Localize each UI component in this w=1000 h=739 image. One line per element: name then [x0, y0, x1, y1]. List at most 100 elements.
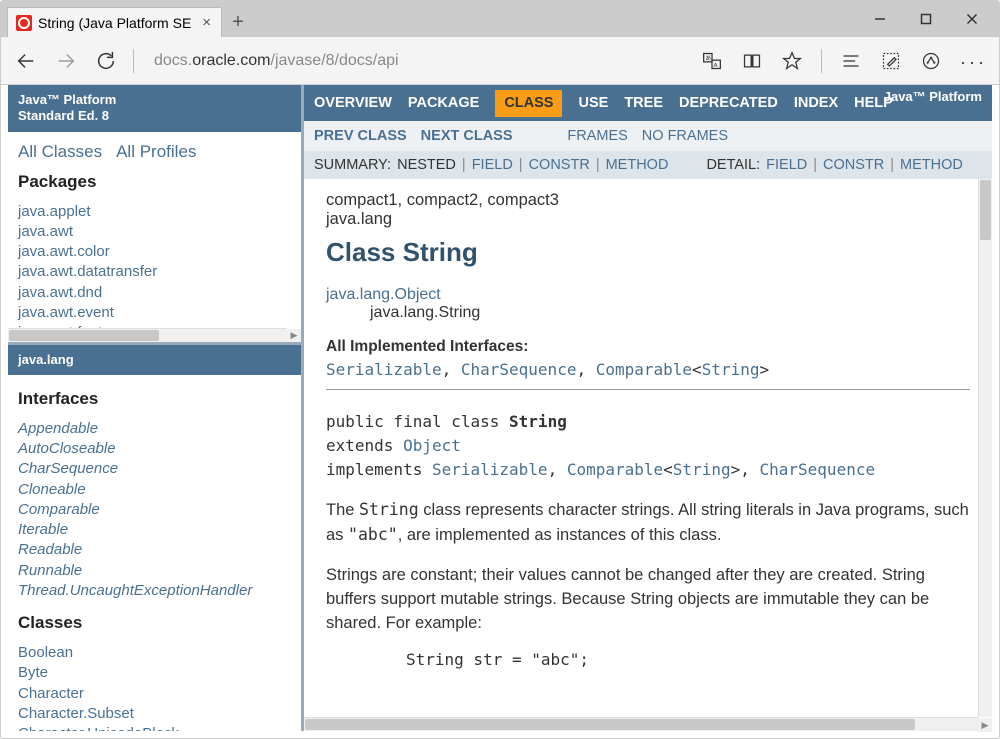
nav-tree[interactable]: TREE [624, 95, 663, 111]
package-link[interactable]: java.applet [18, 202, 291, 222]
divider [326, 389, 970, 390]
interface-link[interactable]: AutoCloseable [18, 439, 291, 459]
main-vertical-scrollbar[interactable] [978, 179, 992, 717]
interface-link[interactable]: Readable [18, 540, 291, 560]
detail-method-link[interactable]: METHOD [900, 157, 963, 173]
class-title: Class String [326, 237, 970, 268]
translate-icon[interactable]: あA [701, 50, 723, 72]
iface-comparable-link[interactable]: Comparable [596, 360, 692, 379]
summary-nav: SUMMARY: NESTED| FIELD| CONSTR| METHOD D… [304, 151, 992, 179]
overview-frame-header: Java™ Platform Standard Ed. 8 [8, 85, 301, 132]
impl-serializable-link[interactable]: Serializable [432, 460, 548, 479]
back-button[interactable] [13, 48, 39, 74]
code-example: String str = "abc"; [406, 650, 970, 669]
package-link[interactable]: java.awt.dnd [18, 283, 291, 303]
implemented-interfaces-label: All Implemented Interfaces: [326, 338, 970, 356]
impl-comparable-link[interactable]: Comparable [567, 460, 663, 479]
share-icon[interactable] [920, 50, 942, 72]
package-name-text: java.lang [326, 210, 970, 229]
browser-tab[interactable]: String (Java Platform SE × [7, 7, 222, 37]
summary-field-link[interactable]: FIELD [472, 157, 513, 173]
favorite-icon[interactable] [781, 50, 803, 72]
package-link[interactable]: java.awt.color [18, 242, 291, 262]
interface-link[interactable]: Comparable [18, 500, 291, 520]
divider [133, 49, 134, 73]
lineage-object-link[interactable]: java.lang.Object [326, 286, 441, 303]
iface-serializable-link[interactable]: Serializable [326, 360, 442, 379]
all-profiles-link[interactable]: All Profiles [116, 142, 196, 162]
overview-frame: Java™ Platform Standard Ed. 8 All Classe… [8, 85, 301, 345]
oracle-favicon [16, 15, 32, 31]
tab-close-icon[interactable]: × [200, 14, 213, 31]
iface-string-link[interactable]: String [702, 360, 760, 379]
next-class-link[interactable]: NEXT CLASS [421, 128, 513, 144]
window-maximize-button[interactable] [903, 3, 949, 35]
notes-icon[interactable] [880, 50, 902, 72]
browser-tab-strip: String (Java Platform SE × + [1, 1, 999, 37]
nav-index[interactable]: INDEX [794, 95, 838, 111]
interfaces-heading: Interfaces [18, 389, 291, 409]
main-horizontal-scrollbar[interactable]: ▶ [304, 717, 978, 731]
summary-method-link[interactable]: METHOD [606, 157, 669, 173]
frames-link[interactable]: FRAMES [567, 128, 627, 144]
class-link[interactable]: Character [18, 684, 291, 704]
nav-deprecated[interactable]: DEPRECATED [679, 95, 778, 111]
nav-use[interactable]: USE [578, 95, 608, 111]
class-content: compact1, compact2, compact3 java.lang C… [304, 179, 992, 731]
interface-link[interactable]: Thread.UncaughtExceptionHandler [18, 581, 291, 601]
class-link[interactable]: Character.Subset [18, 704, 291, 724]
summary-constr-link[interactable]: CONSTR [529, 157, 590, 173]
detail-constr-link[interactable]: CONSTR [823, 157, 884, 173]
interface-link[interactable]: Iterable [18, 520, 291, 540]
impl-string-link[interactable]: String [673, 460, 731, 479]
impl-charsequence-link[interactable]: CharSequence [760, 460, 876, 479]
new-tab-button[interactable]: + [222, 7, 254, 37]
package-link[interactable]: java.awt.event [18, 303, 291, 323]
lineage-string: java.lang.String [370, 304, 970, 322]
class-frame: OVERVIEW PACKAGE CLASS USE TREE DEPRECAT… [304, 85, 992, 731]
class-link[interactable]: Boolean [18, 643, 291, 663]
more-menu-icon[interactable]: ··· [960, 51, 987, 71]
description-paragraph-1: The String class represents character st… [326, 498, 970, 548]
tab-title: String (Java Platform SE [38, 15, 194, 31]
browser-address-bar: docs.oracle.com/javase/8/docs/api あA ··· [1, 37, 999, 85]
interface-link[interactable]: Runnable [18, 561, 291, 581]
window-minimize-button[interactable] [857, 3, 903, 35]
package-link[interactable]: java.awt.datatransfer [18, 262, 291, 282]
classes-heading: Classes [18, 613, 291, 633]
no-frames-link[interactable]: NO FRAMES [642, 128, 728, 144]
all-classes-link[interactable]: All Classes [18, 142, 102, 162]
divider [821, 49, 822, 73]
class-link[interactable]: Character.UnicodeBlock [18, 724, 291, 731]
interface-link[interactable]: CharSequence [18, 459, 291, 479]
package-frame-header: java.lang [8, 345, 301, 375]
interface-link[interactable]: Cloneable [18, 480, 291, 500]
packages-heading: Packages [18, 172, 291, 192]
prev-class-link[interactable]: PREV CLASS [314, 128, 407, 144]
interface-link[interactable]: Appendable [18, 419, 291, 439]
nav-package[interactable]: PACKAGE [408, 95, 479, 111]
extends-object-link[interactable]: Object [403, 436, 461, 455]
description-paragraph-2: Strings are constant; their values canno… [326, 564, 970, 636]
url-field[interactable]: docs.oracle.com/javase/8/docs/api [148, 52, 687, 70]
detail-field-link[interactable]: FIELD [766, 157, 807, 173]
iface-charsequence-link[interactable]: CharSequence [461, 360, 577, 379]
refresh-button[interactable] [93, 48, 119, 74]
package-frame: java.lang Interfaces AppendableAutoClose… [8, 345, 301, 732]
class-declaration: public final class String extends Object… [326, 410, 970, 482]
nav-brand: Java™ Platform [884, 89, 982, 105]
forward-button[interactable] [53, 48, 79, 74]
profiles-text: compact1, compact2, compact3 [326, 191, 970, 210]
top-nav: OVERVIEW PACKAGE CLASS USE TREE DEPRECAT… [304, 85, 992, 121]
sub-nav: PREV CLASS NEXT CLASS FRAMES NO FRAMES [304, 121, 992, 151]
nav-class[interactable]: CLASS [495, 90, 562, 117]
hub-icon[interactable] [840, 50, 862, 72]
reading-view-icon[interactable] [741, 50, 763, 72]
svg-text:あ: あ [705, 55, 711, 62]
overview-horizontal-scrollbar[interactable]: ▶ [8, 328, 287, 342]
package-link[interactable]: java.awt [18, 222, 291, 242]
nav-overview[interactable]: OVERVIEW [314, 95, 392, 111]
window-close-button[interactable] [949, 3, 995, 35]
svg-text:A: A [714, 62, 718, 68]
class-link[interactable]: Byte [18, 663, 291, 683]
